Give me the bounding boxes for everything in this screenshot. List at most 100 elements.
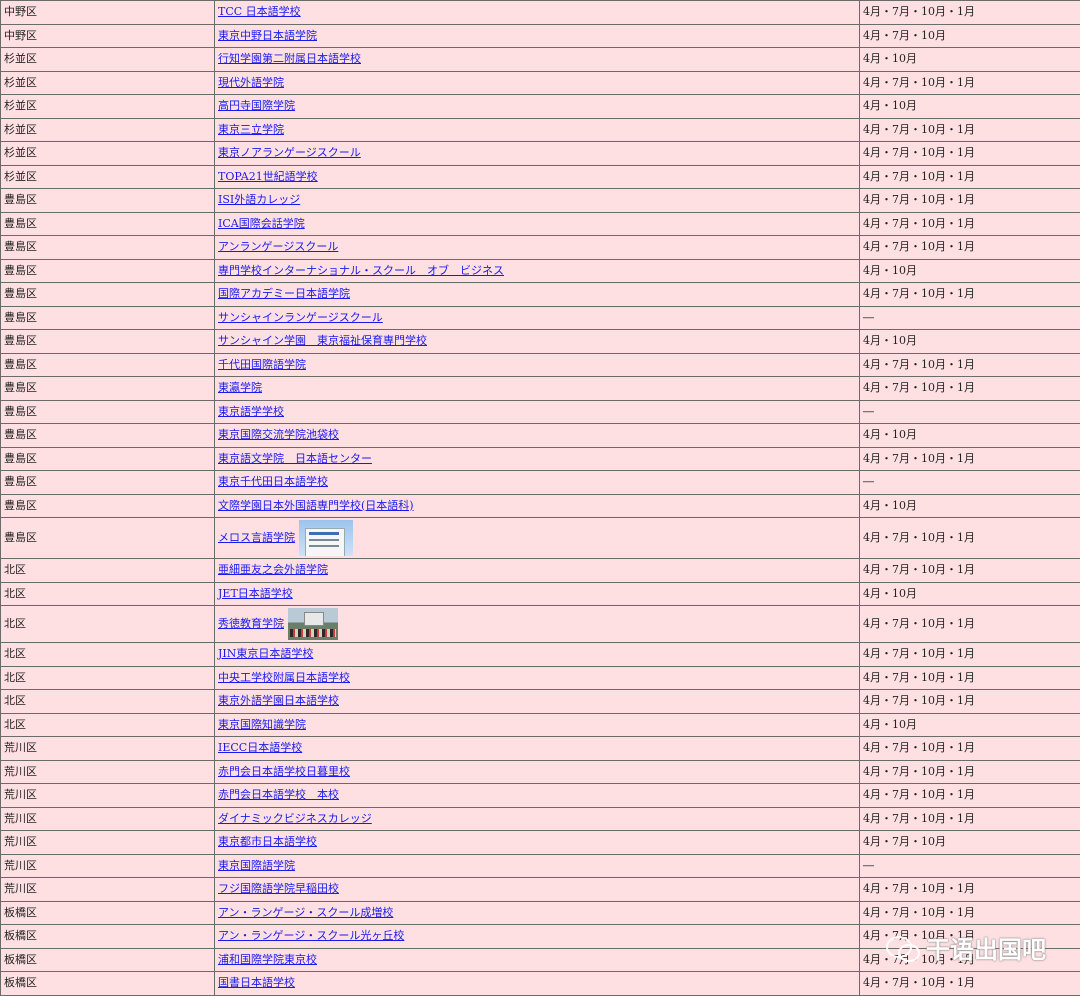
school-link[interactable]: アン・ランゲージ・スクール成増校	[218, 906, 393, 919]
school-link[interactable]: 赤門会日本語学校日暮里校	[218, 765, 350, 778]
watermark-text: 干语出国吧	[926, 930, 1046, 965]
school-link[interactable]: 東京外語学園日本語学校	[218, 694, 339, 707]
intake-cell: 4月・7月・10月・1月	[860, 878, 1080, 902]
school-link[interactable]: 秀徳教育学院	[218, 617, 284, 630]
table-row: 豊島区国際アカデミー日本語学院4月・7月・10月・1月	[1, 283, 1080, 307]
school-link[interactable]: 東瀛学院	[218, 381, 262, 394]
school-link[interactable]: 赤門会日本語学校 本校	[218, 788, 339, 801]
student-group-photo	[288, 608, 338, 640]
table-row: 杉並区TOPA21世紀語学校4月・7月・10月・1月	[1, 165, 1080, 189]
school-cell: TOPA21世紀語学校	[215, 165, 860, 189]
school-link[interactable]: 文際学園日本外国語専門学校(日本語科)	[218, 499, 414, 512]
ward-cell: 荒川区	[1, 737, 215, 761]
school-link[interactable]: アン・ランゲージ・スクール光ヶ丘校	[218, 929, 404, 942]
school-link[interactable]: 現代外語学院	[218, 76, 284, 89]
school-link[interactable]: 東京語学学校	[218, 405, 284, 418]
intake-cell: 4月・7月・10月・1月	[860, 377, 1080, 401]
school-link[interactable]: 東京国際交流学院池袋校	[218, 428, 339, 441]
table-row: 豊島区専門学校インターナショナル・スクール オブ ビジネス4月・10月	[1, 259, 1080, 283]
school-link[interactable]: 東京千代田日本語学校	[218, 475, 328, 488]
table-row: 杉並区行知学園第二附属日本語学校4月・10月	[1, 48, 1080, 72]
school-table-body: 中野区TCC 日本語学校4月・7月・10月・1月中野区東京中野日本語学院 4月・7…	[1, 1, 1080, 996]
table-row: 豊島区ICA国際会話学院4月・7月・10月・1月	[1, 212, 1080, 236]
school-link[interactable]: 東京語文学院 日本語センター	[218, 452, 372, 465]
table-row: 豊島区ISI外語カレッジ4月・7月・10月・1月	[1, 189, 1080, 213]
school-building-photo	[299, 520, 353, 556]
school-link[interactable]: 東京中野日本語学院	[218, 29, 317, 42]
ward-cell: 杉並区	[1, 142, 215, 166]
wechat-icon	[886, 934, 920, 962]
school-link[interactable]: 東京国際語学院	[218, 859, 295, 872]
watermark: 干语出国吧	[886, 930, 1046, 965]
school-link[interactable]: 国際アカデミー日本語学院	[218, 287, 350, 300]
school-link[interactable]: 行知学園第二附属日本語学校	[218, 52, 361, 65]
school-link[interactable]: 国書日本語学校	[218, 976, 295, 989]
table-row: 豊島区東京国際交流学院池袋校 4月・10月	[1, 424, 1080, 448]
school-link[interactable]: メロス言語学院	[218, 531, 295, 544]
table-row: 杉並区東京三立学院4月・7月・10月・1月	[1, 118, 1080, 142]
intake-cell: 4月・10月	[860, 713, 1080, 737]
school-cell: アンランゲージスクール	[215, 236, 860, 260]
school-link[interactable]: ICA国際会話学院	[218, 217, 305, 230]
school-link[interactable]: JIN東京日本語学校	[218, 647, 313, 660]
school-link[interactable]: 浦和国際学院東京校	[218, 953, 317, 966]
intake-cell: 4月・7月・10月・1月	[860, 447, 1080, 471]
school-link[interactable]: ダイナミックビジネスカレッジ	[218, 812, 372, 825]
ward-cell: 板橋区	[1, 925, 215, 949]
school-link[interactable]: TOPA21世紀語学校	[218, 170, 318, 183]
intake-cell: 4月・7月・10月・1月	[860, 606, 1080, 643]
school-link[interactable]: IECC日本語学校	[218, 741, 302, 754]
school-cell: 国書日本語学校	[215, 972, 860, 996]
intake-cell: ―	[860, 306, 1080, 330]
table-row: 杉並区高円寺国際学院4月・10月	[1, 95, 1080, 119]
school-cell: 中央工学校附属日本語学校	[215, 666, 860, 690]
ward-cell: 豊島区	[1, 259, 215, 283]
school-link[interactable]: サンシャインランゲージスクール	[218, 311, 383, 324]
intake-cell: 4月・10月	[860, 424, 1080, 448]
ward-cell: 中野区	[1, 1, 215, 25]
school-link[interactable]: フジ国際語学院早稲田校	[218, 882, 339, 895]
ward-cell: 豊島区	[1, 471, 215, 495]
school-link[interactable]: 東京三立学院	[218, 123, 284, 136]
ward-cell: 北区	[1, 713, 215, 737]
school-link[interactable]: 東京都市日本語学校	[218, 835, 317, 848]
intake-cell: ―	[860, 854, 1080, 878]
intake-cell: 4月・7月・10月・1月	[860, 807, 1080, 831]
school-link[interactable]: 東京国際知識学院	[218, 718, 306, 731]
school-link[interactable]: 中央工学校附属日本語学校	[218, 671, 350, 684]
ward-cell: 豊島区	[1, 447, 215, 471]
ward-cell: 荒川区	[1, 760, 215, 784]
school-link[interactable]: TCC 日本語学校	[218, 5, 301, 18]
table-row: 豊島区サンシャイン学園 東京福祉保育専門学校4月・10月	[1, 330, 1080, 354]
table-row: 中野区TCC 日本語学校4月・7月・10月・1月	[1, 1, 1080, 25]
ward-cell: 豊島区	[1, 518, 215, 559]
ward-cell: 豊島区	[1, 424, 215, 448]
intake-cell: 4月・10月	[860, 494, 1080, 518]
school-cell: 東京国際知識学院	[215, 713, 860, 737]
intake-cell: 4月・7月・10月・1月	[860, 559, 1080, 583]
school-link[interactable]: 千代田国際語学院	[218, 358, 306, 371]
table-row: 北区東京国際知識学院 4月・10月	[1, 713, 1080, 737]
intake-cell: 4月・10月	[860, 48, 1080, 72]
school-link[interactable]: 高円寺国際学院	[218, 99, 295, 112]
school-link[interactable]: 専門学校インターナショナル・スクール オブ ビジネス	[218, 264, 504, 277]
ward-cell: 豊島区	[1, 330, 215, 354]
ward-cell: 北区	[1, 643, 215, 667]
intake-cell: 4月・7月・10月・1月	[860, 784, 1080, 808]
ward-cell: 豊島区	[1, 400, 215, 424]
school-cell: 東京語学学校	[215, 400, 860, 424]
school-link[interactable]: アンランゲージスクール	[218, 240, 338, 253]
school-cell: 行知学園第二附属日本語学校	[215, 48, 860, 72]
school-link[interactable]: 東京ノアランゲージスクール	[218, 146, 361, 159]
school-link[interactable]: 亜細亜友之会外語学院	[218, 563, 328, 576]
school-link[interactable]: ISI外語カレッジ	[218, 193, 300, 206]
school-cell: 秀徳教育学院	[215, 606, 860, 643]
school-link[interactable]: JET日本語学校	[218, 587, 293, 600]
table-row: 豊島区文際学園日本外国語専門学校(日本語科)4月・10月	[1, 494, 1080, 518]
intake-cell: 4月・7月・10月・1月	[860, 666, 1080, 690]
school-cell: 国際アカデミー日本語学院	[215, 283, 860, 307]
school-link[interactable]: サンシャイン学園 東京福祉保育専門学校	[218, 334, 427, 347]
table-row: 荒川区東京都市日本語学校4月・7月・10月	[1, 831, 1080, 855]
table-row: 荒川区赤門会日本語学校日暮里校4月・7月・10月・1月	[1, 760, 1080, 784]
school-cell: 浦和国際学院東京校	[215, 948, 860, 972]
